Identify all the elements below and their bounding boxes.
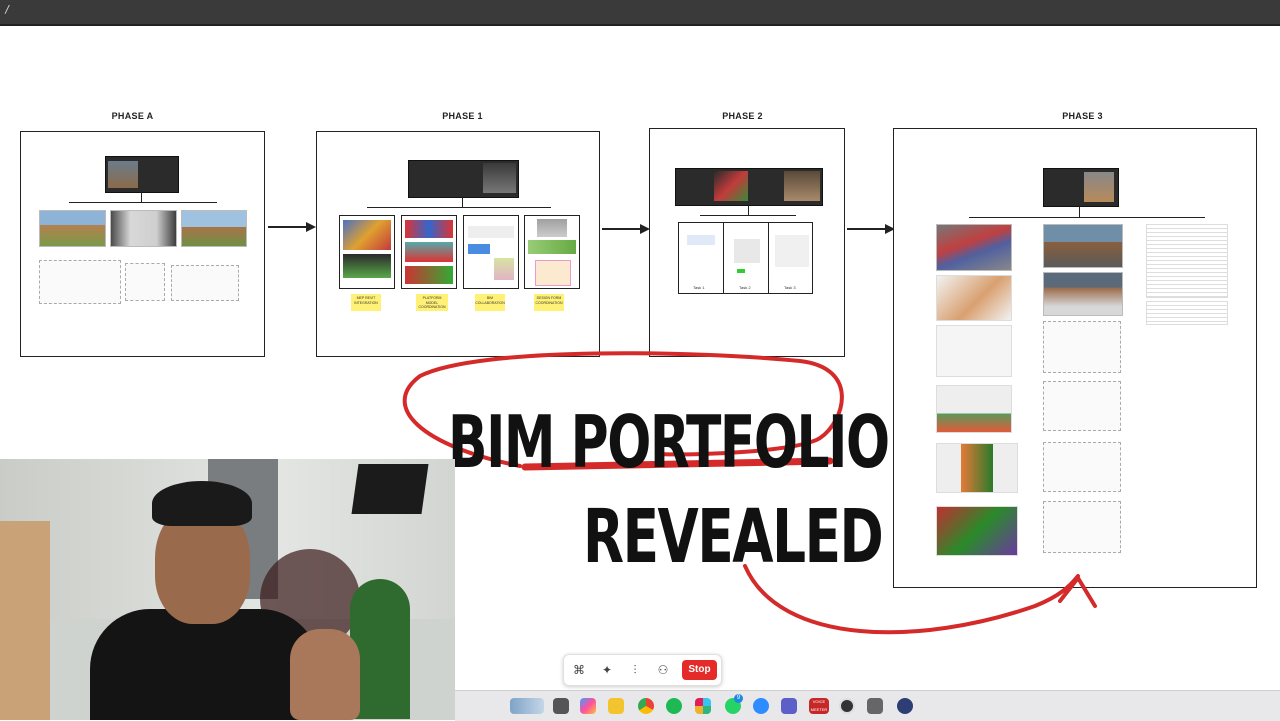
webcam-video: [0, 459, 455, 720]
recording-toolbar: ⌘ ✦ ⫶ ⚇ Stop: [563, 654, 722, 686]
shapes-icon[interactable]: ⌘: [570, 661, 588, 679]
spotify-icon[interactable]: [666, 698, 682, 714]
obs-icon[interactable]: [839, 698, 855, 714]
softbox-light: [351, 464, 429, 514]
person-hand: [290, 629, 360, 720]
window-icon[interactable]: [867, 698, 883, 714]
bookshelf: [0, 521, 50, 720]
voice-meeter-icon[interactable]: VOICE MEETER: [809, 698, 829, 714]
notification-badge: 9: [734, 694, 743, 703]
slack-icon[interactable]: [695, 698, 711, 714]
teams-icon[interactable]: [781, 698, 797, 714]
app-icon[interactable]: [510, 698, 544, 714]
folder-icon[interactable]: [608, 698, 624, 714]
zoom-icon[interactable]: [753, 698, 769, 714]
person-shirt: [90, 609, 320, 720]
path-text: /: [4, 3, 11, 16]
copilot-icon[interactable]: [580, 698, 596, 714]
chrome-icon[interactable]: [638, 698, 654, 714]
window-titlebar: /: [0, 0, 1280, 26]
settings-sliders-icon[interactable]: ⫶: [626, 661, 644, 679]
add-person-icon[interactable]: ⚇: [654, 661, 672, 679]
person-hair: [152, 481, 252, 526]
taskbar: 9 VOICE MEETER: [455, 690, 1280, 721]
app-icon-2[interactable]: [897, 698, 913, 714]
stop-button[interactable]: Stop: [682, 660, 717, 680]
file-explorer-icon[interactable]: [553, 698, 569, 714]
overlay-title-line1: BIM PORTFOLIO: [448, 400, 890, 484]
overlay-title-line2: REVEALED: [583, 494, 884, 580]
effects-icon[interactable]: ✦: [598, 661, 616, 679]
